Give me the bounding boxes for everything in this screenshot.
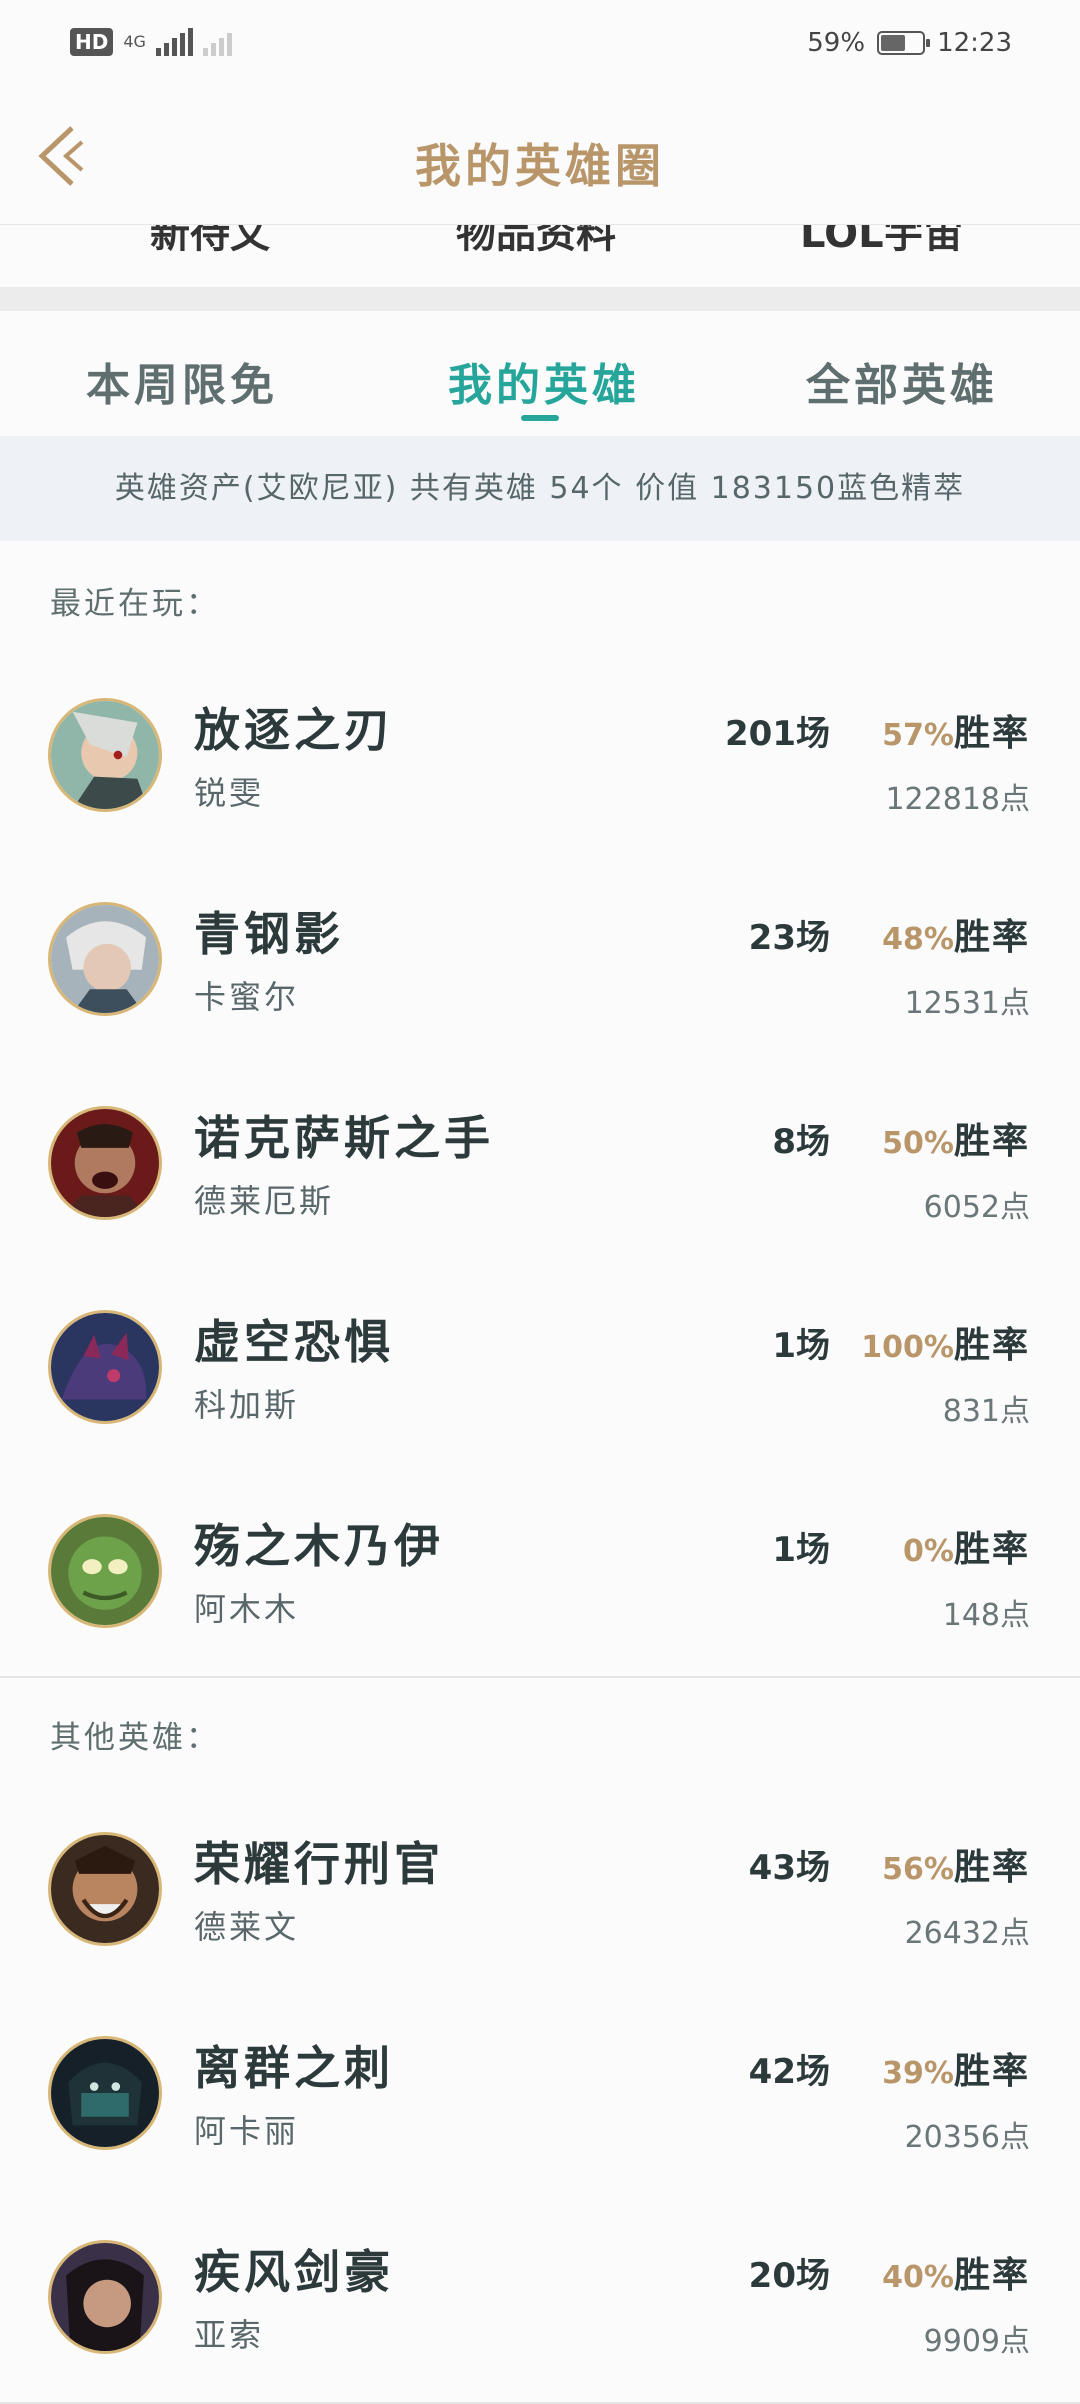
mastery-points: 12531点 xyxy=(904,986,1030,1021)
hero-avatar xyxy=(48,1514,162,1628)
hero-row[interactable]: 离群之刺 阿卡丽 42场 39%胜率 20356点 xyxy=(0,1994,1080,2200)
network-indicator: 4G xyxy=(123,32,146,51)
hero-row[interactable]: 诺克萨斯之手 德莱厄斯 8场 50%胜率 6052点 xyxy=(0,1064,1080,1270)
mastery-points: 20356点 xyxy=(904,2120,1030,2155)
divider xyxy=(0,287,1080,311)
app-header: 我的英雄圈 xyxy=(0,90,1080,225)
hero-avatar xyxy=(48,1832,162,1946)
hero-name: 阿木木 xyxy=(194,1590,300,1628)
hero-row[interactable]: 疾风剑豪 亚索 20场 40%胜率 9909点 xyxy=(0,2198,1080,2404)
win-rate: 56%胜率 xyxy=(882,1847,1030,1888)
mastery-points: 122818点 xyxy=(885,782,1030,817)
tab-bar: 本周限免 我的英雄 全部英雄 xyxy=(0,311,1080,436)
games-count: 42场 xyxy=(748,2052,830,2092)
hero-title: 疾风剑豪 xyxy=(194,2245,394,2299)
hero-title: 放逐之刃 xyxy=(194,703,394,757)
games-count: 1场 xyxy=(772,1326,830,1366)
games-count: 20场 xyxy=(748,2256,830,2296)
hero-title: 诺克萨斯之手 xyxy=(194,1111,494,1165)
mastery-points: 831点 xyxy=(942,1394,1030,1429)
hero-name: 锐雯 xyxy=(194,774,265,812)
hd-indicator: HD xyxy=(70,28,114,56)
hero-avatar xyxy=(48,2240,162,2354)
tab-weekly-free[interactable]: 本周限免 xyxy=(86,349,278,413)
mastery-points: 6052点 xyxy=(923,1190,1030,1225)
hero-avatar xyxy=(48,1310,162,1424)
hero-name: 亚索 xyxy=(194,2316,265,2354)
hero-title: 离群之刺 xyxy=(194,2041,394,2095)
hero-name: 科加斯 xyxy=(194,1386,300,1424)
hero-row[interactable]: 虚空恐惧 科加斯 1场 100%胜率 831点 xyxy=(0,1268,1080,1474)
status-bar: HD 4G 59% 12:23 xyxy=(0,0,1080,90)
hero-name: 德莱文 xyxy=(194,1908,300,1946)
games-count: 43场 xyxy=(748,1848,830,1888)
mastery-points: 9909点 xyxy=(923,2324,1030,2359)
hero-avatar xyxy=(48,1106,162,1220)
battery-icon xyxy=(877,31,931,55)
games-count: 201场 xyxy=(725,714,830,754)
hero-title: 荣耀行刑官 xyxy=(194,1837,444,1891)
win-rate: 40%胜率 xyxy=(882,2255,1030,2296)
win-rate: 100%胜率 xyxy=(861,1325,1030,1366)
hero-avatar xyxy=(48,902,162,1016)
tab-my-heroes[interactable]: 我的英雄 xyxy=(448,349,640,413)
shortcut-item[interactable]: 新待文 xyxy=(150,225,270,259)
mastery-points: 148点 xyxy=(942,1598,1030,1633)
assets-summary: 英雄资产(艾欧尼亚) 共有英雄 54个 价值 183150蓝色精萃 xyxy=(0,436,1080,541)
hero-name: 阿卡丽 xyxy=(194,2112,300,2150)
shortcut-item[interactable]: 物品资料 xyxy=(456,225,616,259)
win-rate: 0%胜率 xyxy=(903,1529,1030,1570)
section-recent-label: 最近在玩： xyxy=(50,586,220,622)
games-count: 23场 xyxy=(748,918,830,958)
hero-title: 殇之木乃伊 xyxy=(194,1519,444,1573)
signal-icon-secondary xyxy=(202,28,232,56)
hero-row[interactable]: 殇之木乃伊 阿木木 1场 0%胜率 148点 xyxy=(0,1472,1080,1678)
hero-avatar xyxy=(48,2036,162,2150)
hero-name: 卡蜜尔 xyxy=(194,978,300,1016)
signal-icon xyxy=(155,28,193,56)
tab-all-heroes[interactable]: 全部英雄 xyxy=(806,349,998,413)
hero-row[interactable]: 青钢影 卡蜜尔 23场 48%胜率 12531点 xyxy=(0,860,1080,1066)
hero-row[interactable]: 放逐之刃 锐雯 201场 57%胜率 122818点 xyxy=(0,656,1080,862)
page-title: 我的英雄圈 xyxy=(415,139,665,193)
win-rate: 39%胜率 xyxy=(882,2051,1030,2092)
hero-title: 青钢影 xyxy=(194,907,344,961)
games-count: 8场 xyxy=(772,1122,830,1162)
battery-percent: 59% xyxy=(807,28,866,58)
mastery-points: 26432点 xyxy=(904,1916,1030,1951)
tab-indicator xyxy=(521,415,559,421)
win-rate: 57%胜率 xyxy=(882,713,1030,754)
games-count: 1场 xyxy=(772,1530,830,1570)
hero-avatar xyxy=(48,698,162,812)
section-others-label: 其他英雄： xyxy=(50,1720,220,1756)
clock: 12:23 xyxy=(937,28,1012,58)
win-rate: 48%胜率 xyxy=(882,917,1030,958)
hero-title: 虚空恐惧 xyxy=(194,1315,394,1369)
hero-row[interactable]: 荣耀行刑官 德莱文 43场 56%胜率 26432点 xyxy=(0,1790,1080,1996)
shortcut-item[interactable]: LOL宇宙 xyxy=(800,225,964,259)
hero-name: 德莱厄斯 xyxy=(194,1182,335,1220)
win-rate: 50%胜率 xyxy=(882,1121,1030,1162)
shortcut-row: 新待文 物品资料 LOL宇宙 xyxy=(0,225,1080,287)
